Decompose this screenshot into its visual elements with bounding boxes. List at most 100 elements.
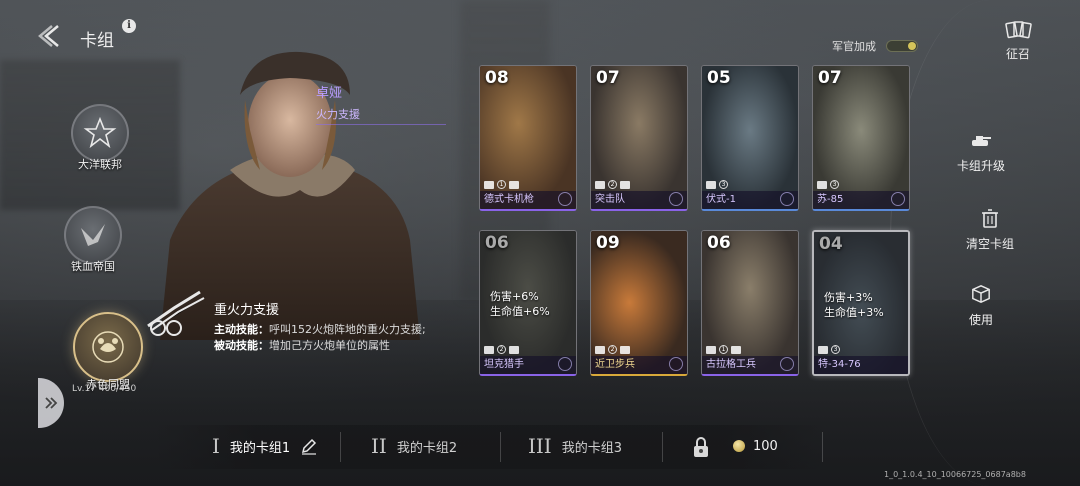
star-emblem-icon <box>71 104 129 162</box>
guard-icon <box>595 345 605 354</box>
edit-icon[interactable] <box>300 437 318 455</box>
stat-health: 生命值+6% <box>490 305 550 318</box>
faction-seal-icon <box>558 357 572 371</box>
card-icons: 3 <box>817 180 839 189</box>
infantry-icon <box>595 180 605 189</box>
lock-icon[interactable] <box>693 436 709 458</box>
card-icon-count: 3 <box>719 180 728 189</box>
cube-icon <box>972 285 990 303</box>
tank-icon <box>818 345 828 354</box>
unit-card[interactable]: 06 伤害+6% 生命值+6% 2 坦克猎手 <box>479 230 577 376</box>
faction-label: 大洋联邦 <box>78 158 122 171</box>
cards-icon <box>1005 21 1032 39</box>
tab-divider <box>500 432 501 462</box>
unit-card[interactable]: 07 3 苏-85 <box>812 65 910 211</box>
version-text: 1_0_1.0.4_10_10066725_0687a8b8 <box>884 470 1026 479</box>
card-icons: 1 <box>484 180 519 189</box>
passive-skill-text: 增加己方火炮单位的属性 <box>269 339 390 352</box>
clear-deck-button[interactable]: 清空卡组 <box>945 208 1035 252</box>
tank-upgrade-icon <box>972 136 991 146</box>
active-skill-label: 主动技能： <box>214 323 269 336</box>
faction-seal-icon <box>780 192 794 206</box>
deck-label: 我的卡组1 <box>229 440 291 456</box>
page-title: 卡组 <box>80 31 114 51</box>
unit-card[interactable]: 05 3 伏式-1 <box>701 65 799 211</box>
card-icon-count: 3 <box>830 180 839 189</box>
card-stats: 伤害+6% 生命值+6% <box>490 289 550 319</box>
use-deck-button[interactable]: 使用 <box>936 284 1026 328</box>
card-cost: 08 <box>485 68 509 88</box>
back-button[interactable] <box>38 22 66 50</box>
coin-icon <box>733 440 745 452</box>
card-cost: 09 <box>596 233 620 253</box>
stat-damage: 伤害+6% <box>490 290 539 303</box>
unit-card[interactable]: 04 伤害+3% 生命值+3% 3 特-34-76 <box>812 230 910 376</box>
card-icon-count: 1 <box>497 180 506 189</box>
unit-card[interactable]: 09 2 近卫步兵 <box>590 230 688 376</box>
active-skill-text: 呼叫152火炮阵地的重火力支援; <box>269 323 426 336</box>
artillery-icon <box>144 286 208 342</box>
chevron-right-icon <box>45 397 58 409</box>
deck-tab-2[interactable]: II 我的卡组2 <box>371 434 457 458</box>
card-stats: 伤害+3% 生命值+3% <box>824 290 884 320</box>
card-icons: 3 <box>706 180 728 189</box>
faction-iron-empire[interactable]: 铁血帝国 <box>43 206 143 274</box>
info-icon[interactable]: i <box>122 19 136 33</box>
officer-bonus-toggle[interactable] <box>886 40 918 52</box>
faction-red-alliance[interactable]: 赤色同盟 <box>58 312 158 392</box>
card-icons: 3 <box>818 345 840 354</box>
use-label: 使用 <box>968 313 993 327</box>
commander-role: 火力支援 <box>316 104 446 125</box>
eagle-emblem-icon <box>64 206 122 264</box>
flag-icon <box>509 180 519 189</box>
tank-icon <box>706 180 716 189</box>
faction-seal-icon <box>780 357 794 371</box>
toggle-knob <box>908 42 916 50</box>
card-cost: 06 <box>485 233 509 253</box>
flag-icon <box>731 345 741 354</box>
coin-amount: 100 <box>753 439 778 454</box>
flag-icon <box>620 180 630 189</box>
faction-seal-icon <box>669 357 683 371</box>
card-cost: 07 <box>596 68 620 88</box>
faction-level: Lv.17 400/450 <box>72 384 137 394</box>
commander-name: 卓娅 <box>316 86 343 101</box>
faction-seal-icon <box>891 192 905 206</box>
stat-damage: 伤害+3% <box>824 291 873 304</box>
engineer-icon <box>706 345 716 354</box>
tank-icon <box>817 180 827 189</box>
passive-skill-label: 被动技能： <box>214 339 269 352</box>
deck-tab-1[interactable]: I 我的卡组1 <box>212 434 318 458</box>
card-cost: 07 <box>818 68 842 88</box>
card-icon-count: 2 <box>608 180 617 189</box>
flag-icon <box>620 345 630 354</box>
deck-label: 我的卡组3 <box>561 440 622 456</box>
card-name: 特-34-76 <box>814 356 908 374</box>
passive-skill: 被动技能：增加己方火炮单位的属性 <box>214 338 454 354</box>
unit-card[interactable]: 07 2 突击队 <box>590 65 688 211</box>
flag-icon <box>509 345 519 354</box>
recruit-button[interactable]: 征召 <box>998 20 1038 62</box>
card-cost: 06 <box>707 233 731 253</box>
faction-ocean-federation[interactable]: 大洋联邦 <box>50 104 150 172</box>
unit-card[interactable]: 08 1 德式卡机枪 <box>479 65 577 211</box>
officer-bonus-label: 军官加成 <box>832 40 876 53</box>
stat-health: 生命值+3% <box>824 306 884 319</box>
clear-deck-label: 清空卡组 <box>965 237 1014 251</box>
card-icon-count: 1 <box>719 345 728 354</box>
trash-icon <box>982 209 998 228</box>
faction-label: 铁血帝国 <box>71 260 115 273</box>
card-icons: 1 <box>706 345 741 354</box>
deck-roman: II <box>371 434 387 458</box>
faction-seal-icon <box>669 192 683 206</box>
unit-card[interactable]: 06 1 古拉格工兵 <box>701 230 799 376</box>
deck-tab-3[interactable]: III 我的卡组3 <box>528 434 622 458</box>
deck-upgrade-button[interactable]: 卡组升级 <box>936 130 1026 174</box>
bear-emblem-icon <box>73 312 143 382</box>
deck-label: 我的卡组2 <box>396 440 458 456</box>
faction-seal-icon <box>558 192 572 206</box>
card-icons: 2 <box>595 180 630 189</box>
deck-roman: III <box>528 434 552 458</box>
active-skill: 主动技能：呼叫152火炮阵地的重火力支援; <box>214 322 454 338</box>
card-cost: 05 <box>707 68 731 88</box>
